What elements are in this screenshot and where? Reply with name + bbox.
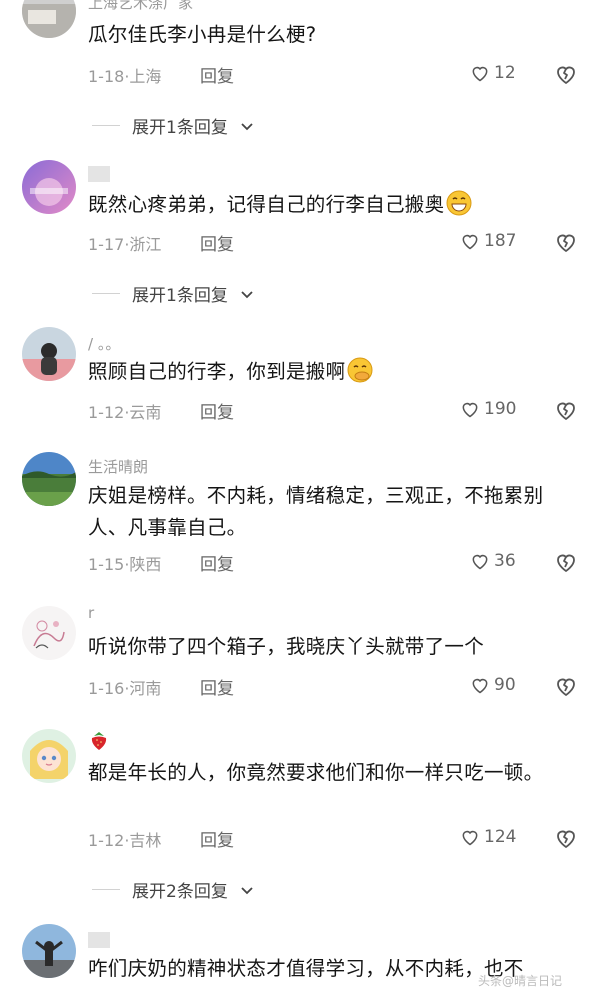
heart-icon xyxy=(462,234,478,250)
comment-text: 既然心疼弟弟，记得自己的行李自己搬奥 xyxy=(88,189,580,221)
like-button[interactable]: 124 xyxy=(460,827,516,847)
comment-date: 1-18 xyxy=(88,67,125,86)
comment-text: 瓜尔佳氏李小冉是什么梗? xyxy=(88,23,317,46)
comment-meta: 1-12·吉林 xyxy=(88,827,161,851)
comment-text: 庆姐是榜样。不内耗，情绪稳定，三观正，不拖累别人、凡事靠自己。 xyxy=(88,484,544,539)
comment-location: 河南 xyxy=(129,679,162,698)
expand-replies-label: 展开1条回复 xyxy=(132,118,228,138)
like-count: 12 xyxy=(494,63,516,83)
like-count: 124 xyxy=(484,827,517,847)
comment-text: 照顾自己的行李，你到是搬啊 xyxy=(88,356,580,388)
comment-location: 云南 xyxy=(129,403,162,422)
comment-date: 1-15 xyxy=(88,555,125,574)
expand-replies-label: 展开1条回复 xyxy=(132,286,228,306)
redacted-name xyxy=(88,932,110,948)
reply-button[interactable]: 回复 xyxy=(200,398,234,423)
like-button[interactable]: 12 xyxy=(470,63,516,83)
chevron-down-icon xyxy=(241,122,253,130)
avatar[interactable] xyxy=(22,729,76,783)
watermark: 头条@晴言日记 xyxy=(478,974,563,988)
username[interactable] xyxy=(88,932,110,950)
divider xyxy=(92,293,120,294)
redacted-name xyxy=(88,166,110,182)
heart-icon xyxy=(462,402,478,418)
username[interactable]: / 。。 xyxy=(88,333,120,354)
broken-heart-icon[interactable] xyxy=(554,826,578,850)
like-count: 190 xyxy=(484,399,517,419)
like-button[interactable]: 36 xyxy=(470,551,516,571)
chevron-down-icon xyxy=(241,886,253,894)
like-count: 90 xyxy=(494,675,516,695)
comment-location: 浙江 xyxy=(129,235,162,254)
face-with-hand-over-mouth-emoji xyxy=(347,357,373,383)
comment-date: 1-16 xyxy=(88,679,125,698)
like-count: 187 xyxy=(484,231,517,251)
reply-button[interactable]: 回复 xyxy=(200,230,234,255)
comment-meta: 1-17·浙江 xyxy=(88,231,161,255)
expand-replies-button[interactable]: 展开1条回复 xyxy=(92,113,254,138)
broken-heart-icon[interactable] xyxy=(554,398,578,422)
avatar[interactable] xyxy=(22,0,76,38)
broken-heart-icon[interactable] xyxy=(554,674,578,698)
username[interactable] xyxy=(88,166,110,184)
comment-text: 听说你带了四个箱子，我晓庆丫头就带了一个 xyxy=(88,635,485,658)
avatar[interactable] xyxy=(22,160,76,214)
like-button[interactable]: 190 xyxy=(460,399,516,419)
broken-heart-icon[interactable] xyxy=(554,550,578,574)
comment-date: 1-12 xyxy=(88,403,125,422)
reply-button[interactable]: 回复 xyxy=(200,674,234,699)
comment-meta: 1-12·云南 xyxy=(88,399,161,423)
like-button[interactable]: 90 xyxy=(470,675,516,695)
divider xyxy=(92,125,120,126)
broken-heart-icon[interactable] xyxy=(554,62,578,86)
comment-location: 上海 xyxy=(129,67,162,86)
comment-meta: 1-18·上海 xyxy=(88,63,161,87)
username[interactable] xyxy=(88,730,110,756)
reply-button[interactable]: 回复 xyxy=(200,62,234,87)
username[interactable]: 上海艺术涤广家 xyxy=(88,0,193,13)
heart-icon xyxy=(472,66,488,82)
expand-replies-button[interactable]: 展开2条回复 xyxy=(92,877,254,902)
comment-meta: 1-15·陕西 xyxy=(88,551,161,575)
heart-icon xyxy=(462,830,478,846)
comment-location: 陕西 xyxy=(129,555,162,574)
avatar[interactable] xyxy=(22,924,76,978)
comment-meta: 1-16·河南 xyxy=(88,675,161,699)
reply-button[interactable]: 回复 xyxy=(200,550,234,575)
comment-text-body: 照顾自己的行李，你到是搬啊 xyxy=(88,360,346,383)
broken-heart-icon[interactable] xyxy=(554,230,578,254)
heart-icon xyxy=(472,678,488,694)
avatar[interactable] xyxy=(22,606,76,660)
comment-date: 1-17 xyxy=(88,235,125,254)
like-count: 36 xyxy=(494,551,516,571)
heart-icon xyxy=(472,554,488,570)
expand-replies-button[interactable]: 展开1条回复 xyxy=(92,281,254,306)
comment-date: 1-12 xyxy=(88,831,125,850)
divider xyxy=(92,889,120,890)
strawberry-emoji xyxy=(91,732,107,750)
avatar[interactable] xyxy=(22,452,76,506)
comment-location: 吉林 xyxy=(129,831,162,850)
avatar[interactable] xyxy=(22,327,76,381)
comment-text: 都是年长的人，你竟然要求他们和你一样只吃一顿。 xyxy=(88,761,544,784)
reply-button[interactable]: 回复 xyxy=(200,826,234,851)
expand-replies-label: 展开2条回复 xyxy=(132,882,228,902)
comment-text-body: 既然心疼弟弟，记得自己的行李自己搬奥 xyxy=(88,193,445,216)
grinning-face-emoji xyxy=(446,190,472,216)
username[interactable]: 生活晴朗 xyxy=(88,456,148,477)
chevron-down-icon xyxy=(241,290,253,298)
username[interactable]: r xyxy=(88,604,94,622)
like-button[interactable]: 187 xyxy=(460,231,516,251)
